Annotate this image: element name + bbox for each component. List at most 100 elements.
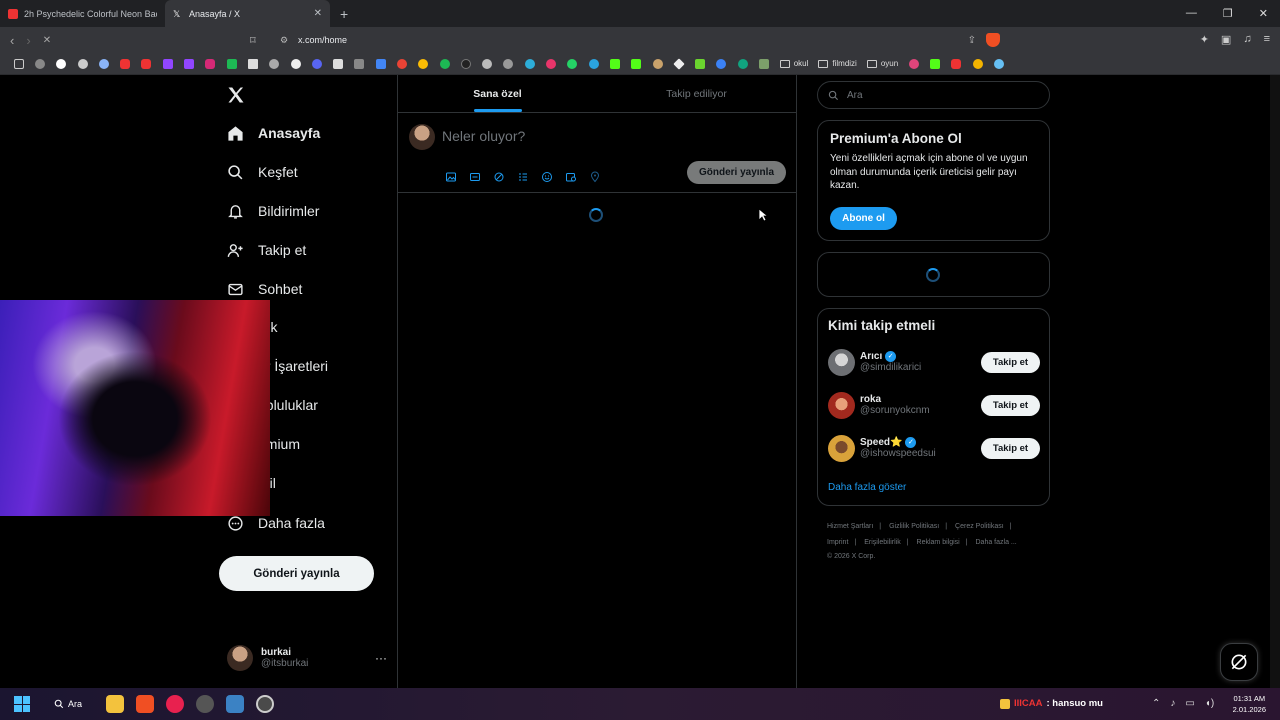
stop-icon[interactable]: ✕ [43, 35, 51, 48]
grok-icon[interactable] [491, 169, 507, 185]
footer-link[interactable]: Çerez Politikası [955, 523, 1004, 530]
nav-messages[interactable]: Sohbet [226, 280, 302, 298]
account-switcher[interactable]: burkai @itsburkai ··· [227, 643, 387, 673]
extensions-icon[interactable]: ✦ [1200, 33, 1209, 46]
photos-icon[interactable] [226, 695, 245, 713]
bookmark-folder-okul[interactable]: okul [775, 59, 814, 68]
bookmark-puzzle-icon[interactable] [690, 53, 711, 75]
menu-icon[interactable]: ≡ [1264, 33, 1270, 46]
x-logo-icon[interactable] [226, 85, 246, 105]
tab-x-home[interactable]: 𝕏 Anasayfa / X ✕ [165, 0, 330, 27]
apps-icon[interactable] [8, 53, 29, 75]
brave-browser-icon[interactable] [136, 695, 155, 713]
share-icon[interactable]: ⇪ [968, 35, 976, 46]
media-player-icon[interactable] [166, 695, 185, 713]
bookmark-star-icon[interactable] [967, 53, 988, 75]
footer-link[interactable]: Hizmet Şartları [827, 523, 873, 530]
site-info-icon[interactable]: ⚙ [280, 35, 298, 46]
search-input[interactable]: Ara [817, 81, 1050, 109]
composer-post-button[interactable]: Gönderi yayınla [687, 161, 786, 184]
suggestion-row[interactable]: Speed⭐ ✓ @ishowspeedsui Takip et [828, 433, 1040, 463]
bookmark-game-icon[interactable] [647, 53, 668, 75]
grok-floating-button[interactable] [1220, 643, 1258, 681]
bookmark-edge-icon[interactable] [519, 53, 540, 75]
bookmark-maps-icon[interactable] [391, 53, 412, 75]
bookmark-kick-icon[interactable] [327, 53, 348, 75]
footer-link[interactable]: Imprint [827, 539, 848, 546]
minimize-icon[interactable]: — [1186, 7, 1197, 20]
wallet-icon[interactable]: ▣ [1221, 33, 1231, 46]
show-more-link[interactable]: Daha fazla göster [828, 482, 906, 493]
bookmark-drive-icon[interactable] [413, 53, 434, 75]
back-icon[interactable]: ‹ [10, 33, 14, 48]
bookmark-folder-filmdizi[interactable]: filmdizi [813, 59, 861, 68]
bookmark-kick2-icon[interactable] [604, 53, 625, 75]
taskbar-search[interactable]: Ara [54, 699, 82, 709]
composer-input[interactable]: Neler oluyor? [442, 128, 525, 144]
bookmark-gemini-icon[interactable] [93, 53, 114, 75]
more-dots-icon[interactable]: ··· [375, 651, 387, 665]
bookmark-youtube-icon[interactable] [114, 53, 135, 75]
bookmark-image-icon[interactable] [753, 53, 774, 75]
close-tab-icon[interactable]: ✕ [314, 8, 322, 19]
nav-notifications[interactable]: Bildirimler [226, 202, 319, 220]
subscribe-button[interactable]: Abone ol [830, 207, 897, 230]
bookmark-whatsapp-icon[interactable] [562, 53, 583, 75]
suggestion-row[interactable]: Arıcı ✓ @simdilikarici Takip et [828, 347, 1040, 377]
bookmark-instagram-icon[interactable] [200, 53, 221, 75]
bookmark-chatgpt-icon[interactable] [732, 53, 753, 75]
windows-start-icon[interactable] [14, 696, 30, 712]
microphone-icon[interactable]: ♪ [1170, 698, 1175, 709]
chevron-up-icon[interactable]: ⌃ [1152, 698, 1160, 709]
bookmark-folder-oyun[interactable]: oyun [862, 59, 903, 68]
image-icon[interactable] [443, 169, 459, 185]
bookmark-x-icon[interactable] [242, 53, 263, 75]
url-field[interactable]: ⌑ ⚙ x.com/home ⇪ [250, 30, 1000, 50]
emoji-icon[interactable] [539, 169, 555, 185]
steam-icon[interactable] [196, 695, 215, 713]
footer-link[interactable]: Gizlilik Politikası [889, 523, 939, 530]
bookmark-link-icon[interactable] [264, 53, 285, 75]
bookmark-pink-icon[interactable] [903, 53, 924, 75]
schedule-icon[interactable] [563, 169, 579, 185]
video-overlay[interactable] [0, 300, 270, 516]
bookmark-discord-icon[interactable] [306, 53, 327, 75]
suggestion-row[interactable]: roka @sorunyokcnm Takip et [828, 390, 1040, 420]
file-explorer-icon[interactable] [106, 695, 125, 713]
bookmark-twitch2-icon[interactable] [178, 53, 199, 75]
discord-icon[interactable] [256, 695, 275, 713]
post-button[interactable]: Gönderi yayınla [219, 556, 374, 591]
tab-for-you[interactable]: Sana özel [398, 75, 597, 112]
bookmark-github-icon[interactable] [455, 53, 476, 75]
bookmark-openai-icon[interactable] [72, 53, 93, 75]
now-playing-widget[interactable]: IIICAA : hansuo mu [1000, 698, 1103, 709]
restore-icon[interactable]: ❐ [1223, 7, 1233, 20]
bookmark-diamond-icon[interactable] [668, 53, 689, 75]
bookmark-tiktok-icon[interactable] [285, 53, 306, 75]
media-icon[interactable]: ♫ [1243, 33, 1251, 46]
footer-link[interactable]: Reklam bilgisi [917, 539, 960, 546]
bookmark-google-icon[interactable] [51, 53, 72, 75]
nav-home[interactable]: Anasayfa [226, 124, 320, 142]
bookmark-kick3-icon[interactable] [626, 53, 647, 75]
bookmark-app-icon[interactable] [221, 53, 242, 75]
bookmark-history-icon[interactable] [29, 53, 50, 75]
bookmark-record-icon[interactable] [540, 53, 561, 75]
follow-button[interactable]: Takip et [981, 351, 1040, 373]
bookmark-icon[interactable]: ⌑ [250, 34, 280, 47]
bookmark-youtube3-icon[interactable] [946, 53, 967, 75]
location-icon[interactable] [587, 169, 603, 185]
new-tab-icon[interactable]: + [330, 6, 358, 22]
bookmark-translate-icon[interactable] [370, 53, 391, 75]
follow-button[interactable]: Takip et [981, 437, 1040, 459]
gif-icon[interactable] [467, 169, 483, 185]
bookmark-bar-icon[interactable] [349, 53, 370, 75]
tab-youtube[interactable]: 2h Psychedelic Colorful Neon Backgr [0, 0, 165, 27]
tab-following[interactable]: Takip ediliyor [597, 75, 796, 112]
page-scrollbar[interactable] [1270, 75, 1280, 688]
footer-link[interactable]: Erişilebilirlik [864, 539, 901, 546]
footer-link[interactable]: Daha fazla ... [976, 539, 1017, 546]
bookmark-kick4-icon[interactable] [924, 53, 945, 75]
brave-shields-icon[interactable] [986, 33, 1000, 47]
poll-icon[interactable] [515, 169, 531, 185]
